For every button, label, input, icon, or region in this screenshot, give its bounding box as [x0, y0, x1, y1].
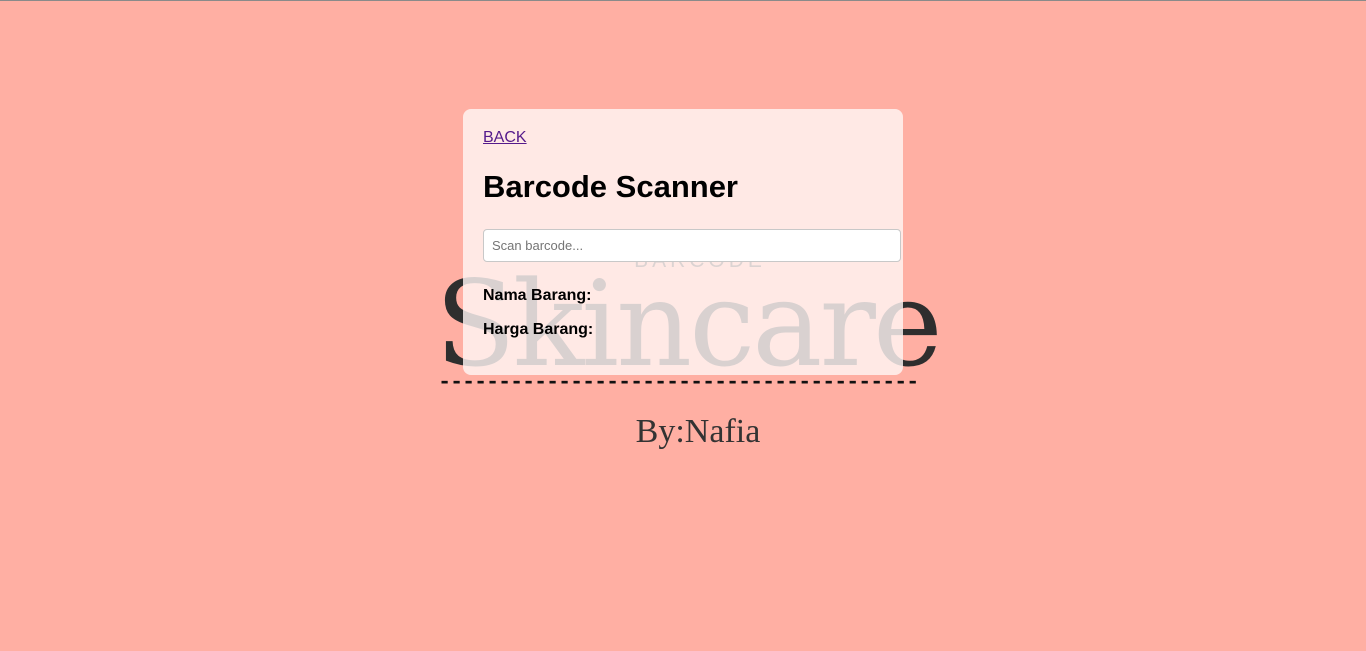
nama-barang-label: Nama Barang: — [483, 287, 592, 304]
logo-byline: By:Nafia — [635, 413, 761, 450]
back-link[interactable]: BACK — [483, 129, 527, 147]
page-title: Barcode Scanner — [483, 169, 738, 204]
nama-barang-row: Nama Barang: — [483, 287, 883, 305]
barcode-input[interactable] — [483, 229, 901, 262]
scanner-card: BACK Barcode Scanner Nama Barang: Harga … — [463, 109, 903, 375]
harga-barang-row: Harga Barang: — [483, 321, 883, 339]
harga-barang-label: Harga Barang: — [483, 321, 594, 338]
